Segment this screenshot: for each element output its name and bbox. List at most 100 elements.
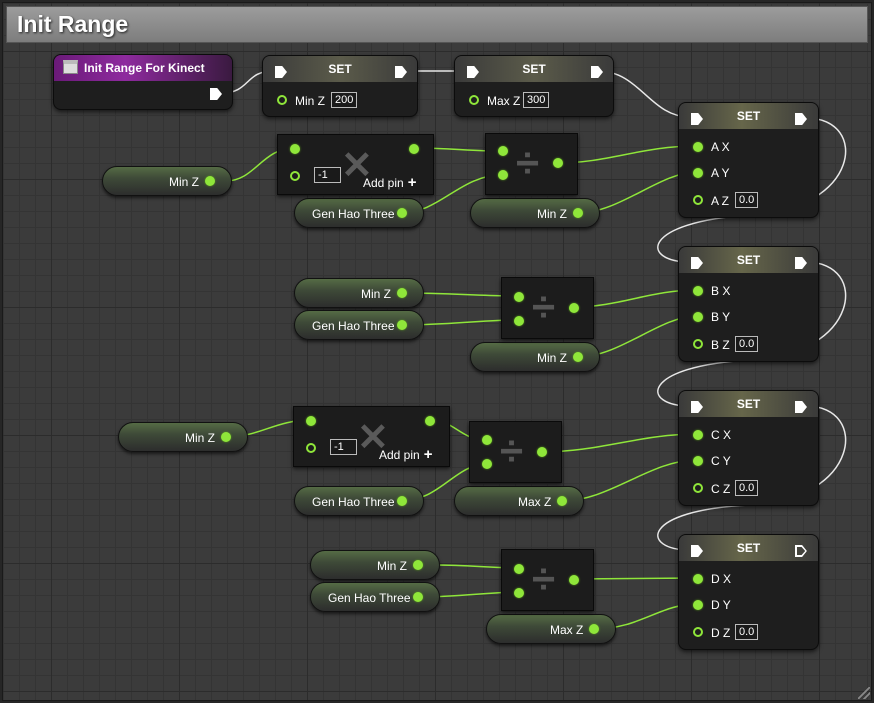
x-pin-label: D X: [711, 572, 732, 586]
min-z-getter[interactable]: Min Z: [294, 278, 424, 308]
getter-label: Gen Hao Three: [312, 207, 395, 221]
y-input-pin[interactable]: [693, 168, 703, 178]
min-z-getter[interactable]: Min Z: [118, 422, 248, 452]
getter-output-pin[interactable]: [413, 560, 423, 570]
set-b-node[interactable]: SET B X B Y B Z 0.0: [678, 246, 819, 362]
min-z-getter[interactable]: Min Z: [310, 550, 440, 580]
divide-input-pin[interactable]: [514, 588, 524, 598]
divide-input-pin[interactable]: [482, 435, 492, 445]
z-input-pin[interactable]: [693, 627, 703, 637]
multiply-const-field[interactable]: -1: [314, 167, 341, 183]
getter-label: Min Z: [537, 351, 567, 365]
max-z-getter[interactable]: Max Z: [454, 486, 584, 516]
min-z-input-pin[interactable]: [277, 95, 287, 105]
divide-input-pin[interactable]: [498, 146, 508, 156]
multiply-node[interactable]: -1 ✕ Add pin +: [293, 406, 450, 467]
min-z-getter[interactable]: Min Z: [470, 342, 600, 372]
getter-output-pin[interactable]: [589, 624, 599, 634]
getter-output-pin[interactable]: [397, 288, 407, 298]
z-input-pin[interactable]: [693, 195, 703, 205]
multiply-input-pin[interactable]: [290, 144, 300, 154]
x-input-pin[interactable]: [693, 286, 703, 296]
set-header: SET: [263, 56, 417, 82]
z-input-pin[interactable]: [693, 339, 703, 349]
gen-hao-three-getter[interactable]: Gen Hao Three: [310, 582, 440, 612]
getter-label: Max Z: [518, 495, 552, 509]
z-value-field[interactable]: 0.0: [735, 192, 759, 208]
min-z-getter[interactable]: Min Z: [102, 166, 232, 196]
getter-output-pin[interactable]: [205, 176, 215, 186]
event-node-header: Init Range For Kinect: [54, 55, 232, 81]
set-max-z-node[interactable]: SET Max Z 300: [454, 55, 614, 117]
getter-output-pin[interactable]: [557, 496, 567, 506]
min-z-getter[interactable]: Min Z: [470, 198, 600, 228]
y-pin-label: D Y: [711, 598, 731, 612]
divide-input-pin[interactable]: [482, 459, 492, 469]
resize-grip-icon[interactable]: [858, 687, 870, 699]
getter-label: Min Z: [169, 175, 199, 189]
z-input-pin[interactable]: [693, 483, 703, 493]
gen-hao-three-getter[interactable]: Gen Hao Three: [294, 486, 424, 516]
set-a-node[interactable]: SET A X A Y A Z 0.0: [678, 102, 819, 218]
event-icon: [63, 60, 78, 74]
z-pin-label: C Z: [711, 482, 731, 496]
getter-label: Min Z: [185, 431, 215, 445]
divide-input-pin[interactable]: [498, 170, 508, 180]
getter-output-pin[interactable]: [573, 352, 583, 362]
event-node-init-range[interactable]: Init Range For Kinect: [53, 54, 233, 110]
divide-output-pin[interactable]: [569, 303, 579, 313]
divide-node[interactable]: ÷: [485, 133, 578, 195]
z-value-field[interactable]: 0.0: [735, 624, 759, 640]
getter-output-pin[interactable]: [573, 208, 583, 218]
max-z-getter[interactable]: Max Z: [486, 614, 616, 644]
set-d-node[interactable]: SET D X D Y D Z 0.0: [678, 534, 819, 650]
multiply-const-field[interactable]: -1: [330, 439, 357, 455]
getter-output-pin[interactable]: [397, 496, 407, 506]
add-pin-button[interactable]: Add pin +: [363, 174, 416, 191]
graph-title-bar: Init Range: [6, 6, 868, 43]
z-value-field[interactable]: 0.0: [735, 336, 759, 352]
getter-output-pin[interactable]: [413, 592, 423, 602]
y-input-pin[interactable]: [693, 456, 703, 466]
z-pin-label: D Z: [711, 626, 731, 640]
divide-node[interactable]: ÷: [469, 421, 562, 483]
exec-out-pin[interactable]: [210, 88, 222, 100]
multiply-const-pin[interactable]: [306, 443, 316, 453]
x-input-pin[interactable]: [693, 142, 703, 152]
max-z-input-pin[interactable]: [469, 95, 479, 105]
divide-output-pin[interactable]: [569, 575, 579, 585]
divide-input-pin[interactable]: [514, 564, 524, 574]
divide-input-pin[interactable]: [514, 316, 524, 326]
getter-label: Max Z: [550, 623, 584, 637]
min-z-value-field[interactable]: 200: [331, 92, 358, 108]
z-pin-label: B Z: [711, 338, 730, 352]
divide-node[interactable]: ÷: [501, 277, 594, 339]
gen-hao-three-getter[interactable]: Gen Hao Three: [294, 310, 424, 340]
add-pin-button[interactable]: Add pin +: [379, 446, 432, 463]
gen-hao-three-getter[interactable]: Gen Hao Three: [294, 198, 424, 228]
max-z-value-field[interactable]: 300: [523, 92, 550, 108]
y-input-pin[interactable]: [693, 600, 703, 610]
multiply-output-pin[interactable]: [409, 144, 419, 154]
getter-output-pin[interactable]: [221, 432, 231, 442]
multiply-input-pin[interactable]: [306, 416, 316, 426]
getter-output-pin[interactable]: [397, 320, 407, 330]
divide-icon: ÷: [532, 283, 556, 330]
y-input-pin[interactable]: [693, 312, 703, 322]
y-pin-label: B Y: [711, 310, 731, 324]
x-input-pin[interactable]: [693, 574, 703, 584]
getter-output-pin[interactable]: [397, 208, 407, 218]
divide-output-pin[interactable]: [537, 447, 547, 457]
divide-output-pin[interactable]: [553, 158, 563, 168]
z-value-field[interactable]: 0.0: [735, 480, 759, 496]
multiply-output-pin[interactable]: [425, 416, 435, 426]
getter-label: Min Z: [361, 287, 391, 301]
x-input-pin[interactable]: [693, 430, 703, 440]
set-min-z-node[interactable]: SET Min Z 200: [262, 55, 418, 117]
divide-input-pin[interactable]: [514, 292, 524, 302]
divide-node[interactable]: ÷: [501, 549, 594, 611]
multiply-const-pin[interactable]: [290, 171, 300, 181]
set-c-node[interactable]: SET C X C Y C Z 0.0: [678, 390, 819, 506]
divide-icon: ÷: [500, 427, 524, 474]
multiply-node[interactable]: -1 ✕ Add pin +: [277, 134, 434, 195]
